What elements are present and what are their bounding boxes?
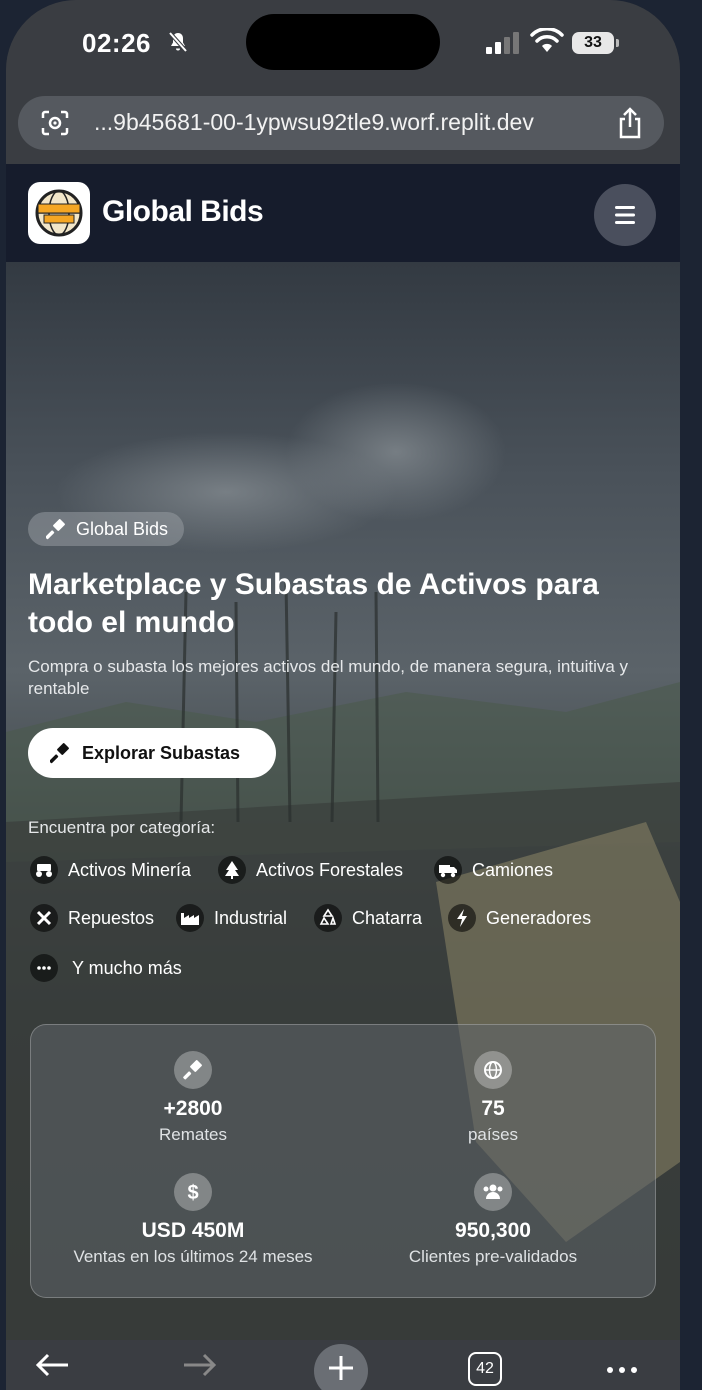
stat-value: +2800 xyxy=(163,1097,223,1120)
category-label: Activos Minería xyxy=(68,860,192,880)
hero-section: Global Bids Marketplace y Subastas de Ac… xyxy=(6,262,680,1340)
status-bar: 02:26 33 xyxy=(6,0,680,88)
share-icon[interactable] xyxy=(616,106,644,140)
logo-globe-icon xyxy=(35,189,83,237)
plus-icon xyxy=(329,1356,353,1380)
stat-value: 950,300 xyxy=(455,1219,531,1242)
explore-auctions-label: Explorar Subastas xyxy=(82,743,241,763)
hero-title: Marketplace y Subastas de Activos para t… xyxy=(28,568,599,639)
brand-name[interactable]: Global Bids xyxy=(102,195,264,229)
battery-tip xyxy=(616,39,619,47)
industry-icon xyxy=(176,904,204,932)
truck-monster-icon xyxy=(30,856,58,884)
category-label: Chatarra xyxy=(352,908,423,928)
category-label: Camiones xyxy=(472,860,554,880)
browser-address-area: ...9b45681-00-1ypwsu92tle9.worf.replit.d… xyxy=(6,88,680,164)
stat-label: Clientes pre-validados xyxy=(408,1247,578,1266)
phone-screen: 02:26 33 ...9b45681-00-1ypwsu92tle9.worf… xyxy=(6,0,680,1390)
cellular-signal-icon xyxy=(486,32,519,54)
dynamic-island xyxy=(246,14,440,70)
stat-label: Ventas en los últimos 24 meses xyxy=(73,1247,313,1266)
forward-arrow-icon[interactable] xyxy=(182,1350,218,1380)
back-arrow-icon[interactable] xyxy=(34,1350,70,1380)
url-text[interactable]: ...9b45681-00-1ypwsu92tle9.worf.replit.d… xyxy=(94,109,534,136)
more-options-icon[interactable] xyxy=(602,1350,642,1380)
globe-icon xyxy=(474,1051,512,1089)
hamburger-icon xyxy=(615,206,635,224)
recycle-icon xyxy=(314,904,342,932)
stat-value: USD 450M xyxy=(141,1219,245,1242)
stats-panel: +2800 Remates 75 países $ USD 450M Venta… xyxy=(30,1024,656,1298)
svg-text:$: $ xyxy=(187,1182,198,1204)
category-label: Repuestos xyxy=(68,908,155,928)
stat-label: Remates xyxy=(158,1125,228,1144)
tree-icon xyxy=(218,856,246,884)
hamburger-menu-button[interactable] xyxy=(594,184,656,246)
wifi-icon xyxy=(530,28,564,52)
explore-auctions-button[interactable]: Explorar Subastas xyxy=(28,728,276,778)
category-label: Y mucho más xyxy=(72,958,182,978)
stat-label: países xyxy=(467,1125,519,1144)
browser-toolbar: 42 xyxy=(6,1340,680,1390)
truck-icon xyxy=(434,856,462,884)
category-label: Activos Forestales xyxy=(256,860,404,880)
tabs-count-button[interactable]: 42 xyxy=(468,1352,502,1386)
category-label: Generadores xyxy=(486,908,592,928)
bolt-icon xyxy=(448,904,476,932)
gavel-icon xyxy=(174,1051,212,1089)
gavel-icon xyxy=(46,519,65,540)
categories-label: Encuentra por categoría: xyxy=(28,818,216,837)
tools-icon xyxy=(30,904,58,932)
users-icon xyxy=(474,1173,512,1211)
address-bar[interactable]: ...9b45681-00-1ypwsu92tle9.worf.replit.d… xyxy=(18,96,664,150)
gavel-icon xyxy=(50,743,69,764)
hero-badge: Global Bids xyxy=(28,512,185,546)
stat-value: 75 xyxy=(481,1097,505,1120)
hero-subtitle: Compra o subasta los mejores activos del… xyxy=(28,657,629,698)
ellipsis-icon xyxy=(30,954,58,982)
bell-muted-icon xyxy=(168,31,188,53)
category-label: Industrial xyxy=(214,908,288,928)
global-bids-logo[interactable] xyxy=(28,182,90,244)
site-header: Global Bids xyxy=(6,164,680,262)
battery-indicator: 33 xyxy=(572,32,614,54)
page-scan-icon[interactable] xyxy=(40,109,70,137)
new-tab-button[interactable] xyxy=(314,1344,368,1390)
dollar-icon: $ xyxy=(174,1173,212,1211)
status-time: 02:26 xyxy=(82,28,151,58)
hero-badge-label: Global Bids xyxy=(76,519,169,539)
